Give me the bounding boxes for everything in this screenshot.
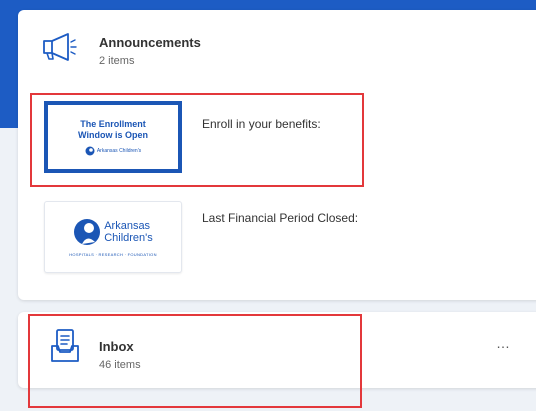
announcements-count: 2 items (99, 55, 135, 67)
announcements-title: Announcements (99, 35, 201, 50)
workday-home-page: Announcements 2 items The Enrollment Win… (0, 0, 536, 411)
org-logo: Arkansas Children's (73, 218, 153, 246)
org-logo-thumbnail[interactable]: Arkansas Children's HOSPITALS · RESEARCH… (44, 201, 182, 273)
org-name-line2: Children's (104, 231, 153, 244)
megaphone-icon (38, 32, 78, 67)
org-tagline: HOSPITALS · RESEARCH · FOUNDATION (69, 251, 157, 257)
highlight-box-inbox (28, 314, 362, 408)
highlight-box-enrollment (30, 93, 364, 187)
child-silhouette-icon (74, 218, 101, 245)
announcement-item-financial-period[interactable]: Arkansas Children's HOSPITALS · RESEARCH… (30, 193, 364, 279)
org-name-line1: Arkansas (104, 219, 151, 232)
announcement-item-label[interactable]: Last Financial Period Closed: (202, 211, 358, 225)
more-options-button[interactable]: … (496, 336, 511, 350)
